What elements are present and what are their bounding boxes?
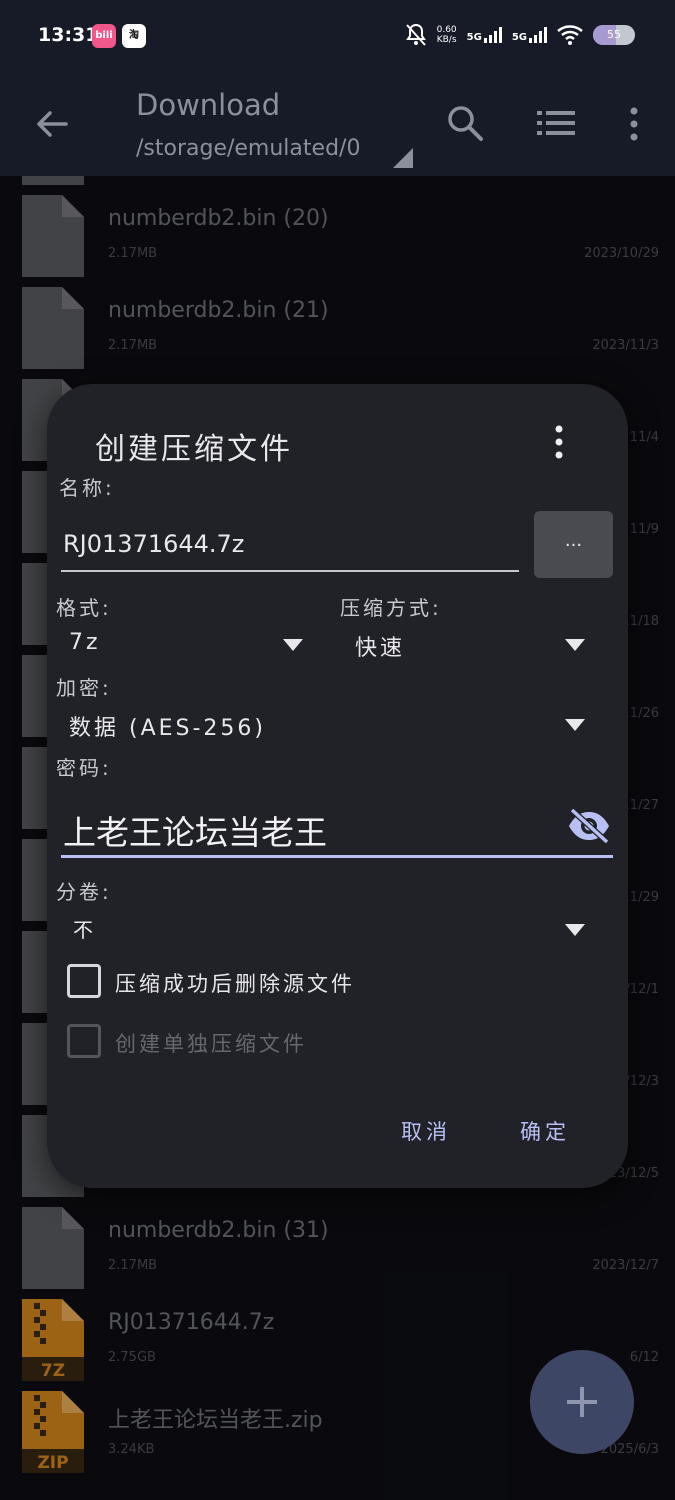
create-archive-dialog: 创建压缩文件 名称: RJ01371644.7z ... 格式: 压缩方式: 7… — [47, 384, 628, 1188]
archive-name-input[interactable]: RJ01371644.7z — [61, 524, 519, 572]
dialog-more-icon[interactable] — [549, 424, 569, 460]
dropdown-arrow-icon[interactable] — [565, 719, 585, 731]
path-dropdown-icon[interactable] — [393, 148, 413, 168]
delete-source-label[interactable]: 压缩成功后删除源文件 — [115, 968, 355, 998]
encryption-select[interactable]: 数据 (AES-256) — [69, 710, 266, 742]
signal-bars-icon — [483, 27, 502, 43]
wifi-icon — [557, 25, 583, 45]
battery-indicator: 55 — [593, 25, 635, 45]
net-speed-unit: KB/s — [436, 35, 457, 45]
dialog-title: 创建压缩文件 — [95, 432, 293, 467]
list-view-icon[interactable] — [537, 108, 575, 138]
cancel-button[interactable]: 取消 — [401, 1116, 451, 1146]
password-input[interactable]: 上老王论坛当老王 — [61, 794, 613, 858]
delete-source-checkbox[interactable] — [67, 964, 101, 998]
format-label: 格式: — [56, 596, 112, 620]
signal-5g-2: 5G — [512, 27, 547, 43]
split-select[interactable]: 不 — [73, 914, 96, 943]
split-label: 分卷: — [56, 880, 112, 904]
dropdown-arrow-icon[interactable] — [283, 639, 303, 651]
taobao-app-icon: 淘 — [122, 24, 146, 48]
status-bar: 13:31 bili 淘 0.60 KB/s 5G 5G 55 — [0, 0, 675, 72]
bilibili-app-icon: bili — [92, 24, 116, 48]
status-icons: 0.60 KB/s 5G 5G 55 — [405, 20, 635, 50]
ok-button[interactable]: 确定 — [520, 1116, 570, 1146]
encryption-label: 加密: — [56, 676, 112, 700]
password-label: 密码: — [56, 756, 112, 780]
search-icon[interactable] — [446, 104, 484, 142]
back-arrow-icon[interactable] — [34, 106, 70, 142]
separate-archive-checkbox — [67, 1024, 101, 1058]
status-time: 13:31 — [38, 24, 99, 46]
folder-path[interactable]: /storage/emulated/0 — [136, 136, 360, 161]
network-speed: 0.60 KB/s — [437, 25, 457, 45]
signal-5g-1: 5G — [467, 27, 502, 43]
mute-bell-icon — [405, 23, 426, 46]
app-bar: Download /storage/emulated/0 — [0, 72, 675, 176]
dropdown-arrow-icon[interactable] — [565, 639, 585, 651]
name-label: 名称: — [59, 476, 115, 500]
signal-bars-icon — [529, 27, 547, 43]
add-fab-button[interactable] — [530, 1350, 634, 1454]
eye-off-icon[interactable] — [567, 808, 611, 844]
battery-level: 55 — [607, 28, 621, 41]
compression-method-label: 压缩方式: — [340, 596, 442, 620]
net-speed-value: 0.60 — [436, 25, 457, 35]
signal-label-2: 5G — [511, 32, 527, 43]
dropdown-arrow-icon[interactable] — [565, 924, 585, 936]
more-vert-icon[interactable] — [622, 106, 646, 142]
folder-title: Download — [136, 88, 281, 122]
signal-label-1: 5G — [466, 32, 482, 43]
plus-icon-stroke — [580, 1387, 584, 1417]
separate-archive-label: 创建单独压缩文件 — [115, 1032, 307, 1056]
browse-button[interactable]: ... — [534, 511, 613, 578]
format-select[interactable]: 7z — [69, 630, 101, 655]
compression-method-select[interactable]: 快速 — [355, 630, 405, 662]
